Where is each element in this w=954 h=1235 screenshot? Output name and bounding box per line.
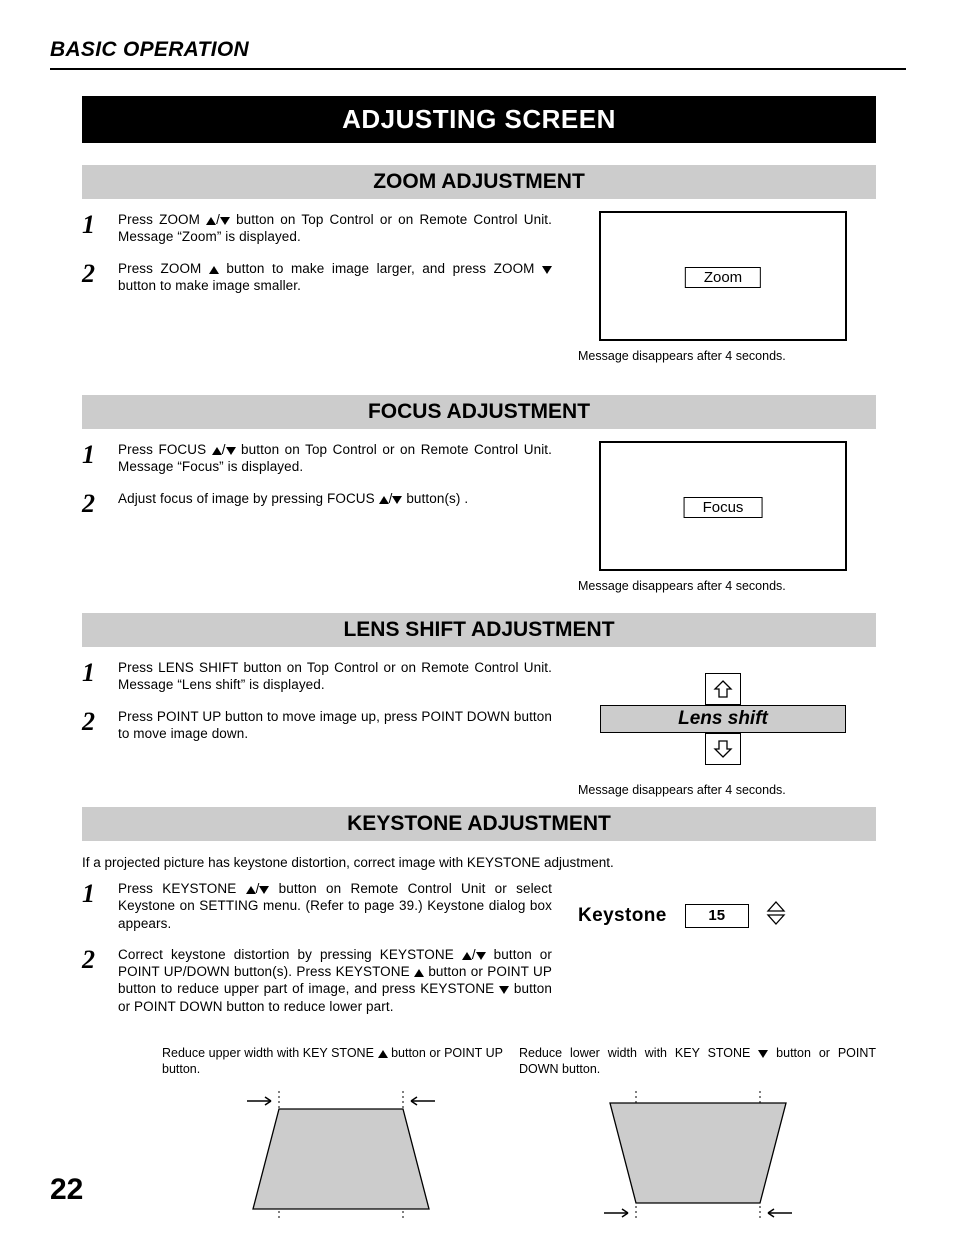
title-bar: ADJUSTING SCREEN: [82, 96, 876, 143]
keystone-intro: If a projected picture has keystone dist…: [82, 855, 876, 870]
step-text: Press ZOOM / button on Top Control or on…: [118, 211, 552, 246]
triangle-down-icon: [226, 447, 236, 455]
triangle-up-icon: [414, 969, 424, 977]
triangle-down-icon: [499, 986, 509, 994]
trapezoid-upper-icon: [241, 1091, 441, 1226]
lens-caption: Message disappears after 4 seconds.: [578, 783, 876, 797]
keystone-col-lower: Reduce lower width with KEY STONE button…: [519, 1045, 876, 1226]
focus-message-label: Focus: [684, 497, 763, 518]
step-number: 2: [82, 490, 118, 517]
triangle-up-icon: [462, 952, 472, 960]
page-number: 22: [50, 1173, 83, 1207]
page-heading: BASIC OPERATION: [50, 38, 906, 62]
step-text: Press POINT UP button to move image up, …: [118, 708, 552, 743]
keystone-diagrams-row: Reduce upper width with KEY STONE button…: [82, 1045, 876, 1226]
zoom-heading: ZOOM ADJUSTMENT: [82, 165, 876, 199]
triangle-down-icon: [758, 1050, 768, 1058]
page-content: ADJUSTING SCREEN ZOOM ADJUSTMENT 1 Press…: [82, 96, 876, 1226]
keystone-col-text: Reduce upper width with KEY STONE button…: [162, 1045, 519, 1077]
step-number: 1: [82, 441, 118, 476]
lens-heading: LENS SHIFT ADJUSTMENT: [82, 613, 876, 647]
focus-caption: Message disappears after 4 seconds.: [578, 579, 876, 593]
step-text: Correct keystone distortion by pressing …: [118, 946, 552, 1015]
triangle-up-icon: [378, 1050, 388, 1058]
step-text: Adjust focus of image by pressing FOCUS …: [118, 490, 552, 517]
zoom-row: 1 Press ZOOM / button on Top Control or …: [82, 211, 876, 363]
step-number: 1: [82, 659, 118, 694]
step-text: Press ZOOM button to make image larger, …: [118, 260, 552, 295]
header-rule: [50, 68, 906, 70]
step-number: 2: [82, 708, 118, 743]
keystone-ui-value: 15: [685, 904, 749, 928]
focus-heading: FOCUS ADJUSTMENT: [82, 395, 876, 429]
step-number: 1: [82, 880, 118, 932]
lens-row: 1 Press LENS SHIFT button on Top Control…: [82, 659, 876, 797]
focus-screen-illustration: Focus: [599, 441, 847, 571]
zoom-step-1: 1 Press ZOOM / button on Top Control or …: [82, 211, 552, 246]
step-text: Press LENS SHIFT button on Top Control o…: [118, 659, 552, 694]
triangle-up-icon: [246, 886, 256, 894]
triangle-down-icon: [476, 952, 486, 960]
step-number: 2: [82, 946, 118, 1015]
zoom-message-label: Zoom: [685, 267, 761, 288]
keystone-step-1: 1 Press KEYSTONE / button on Remote Cont…: [82, 880, 552, 932]
triangle-down-icon: [220, 217, 230, 225]
focus-row: 1 Press FOCUS / button on Top Control or…: [82, 441, 876, 593]
triangle-down-icon: [542, 266, 552, 274]
zoom-screen-illustration: Zoom: [599, 211, 847, 341]
focus-step-1: 1 Press FOCUS / button on Top Control or…: [82, 441, 552, 476]
step-text: Press KEYSTONE / button on Remote Contro…: [118, 880, 552, 932]
keystone-col-text: Reduce lower width with KEY STONE button…: [519, 1045, 876, 1077]
lens-step-2: 2 Press POINT UP button to move image up…: [82, 708, 552, 743]
step-text: Press FOCUS / button on Top Control or o…: [118, 441, 552, 476]
focus-step-2: 2 Adjust focus of image by pressing FOCU…: [82, 490, 552, 517]
keystone-row: 1 Press KEYSTONE / button on Remote Cont…: [82, 880, 876, 1029]
triangle-up-icon: [206, 217, 216, 225]
triangle-up-icon: [209, 266, 219, 274]
keystone-step-2: 2 Correct keystone distortion by pressin…: [82, 946, 552, 1015]
arrow-down-icon: [713, 740, 733, 758]
keystone-dialog-illustration: Keystone 15: [578, 900, 876, 931]
step-number: 1: [82, 211, 118, 246]
keystone-ui-label: Keystone: [578, 905, 667, 927]
keystone-heading: KEYSTONE ADJUSTMENT: [82, 807, 876, 841]
zoom-caption: Message disappears after 4 seconds.: [578, 349, 876, 363]
updown-icon: [765, 900, 787, 931]
lens-shift-label: Lens shift: [600, 705, 846, 733]
lens-step-1: 1 Press LENS SHIFT button on Top Control…: [82, 659, 552, 694]
keystone-col-upper: Reduce upper width with KEY STONE button…: [82, 1045, 519, 1226]
trapezoid-lower-icon: [598, 1091, 798, 1226]
triangle-up-icon: [212, 447, 222, 455]
arrow-up-icon: [713, 680, 733, 698]
zoom-step-2: 2 Press ZOOM button to make image larger…: [82, 260, 552, 295]
triangle-down-icon: [259, 886, 269, 894]
step-number: 2: [82, 260, 118, 295]
arrow-up-box: [705, 673, 741, 705]
triangle-up-icon: [379, 496, 389, 504]
lens-shift-illustration: Lens shift: [600, 673, 846, 765]
arrow-down-box: [705, 733, 741, 765]
triangle-down-icon: [392, 496, 402, 504]
